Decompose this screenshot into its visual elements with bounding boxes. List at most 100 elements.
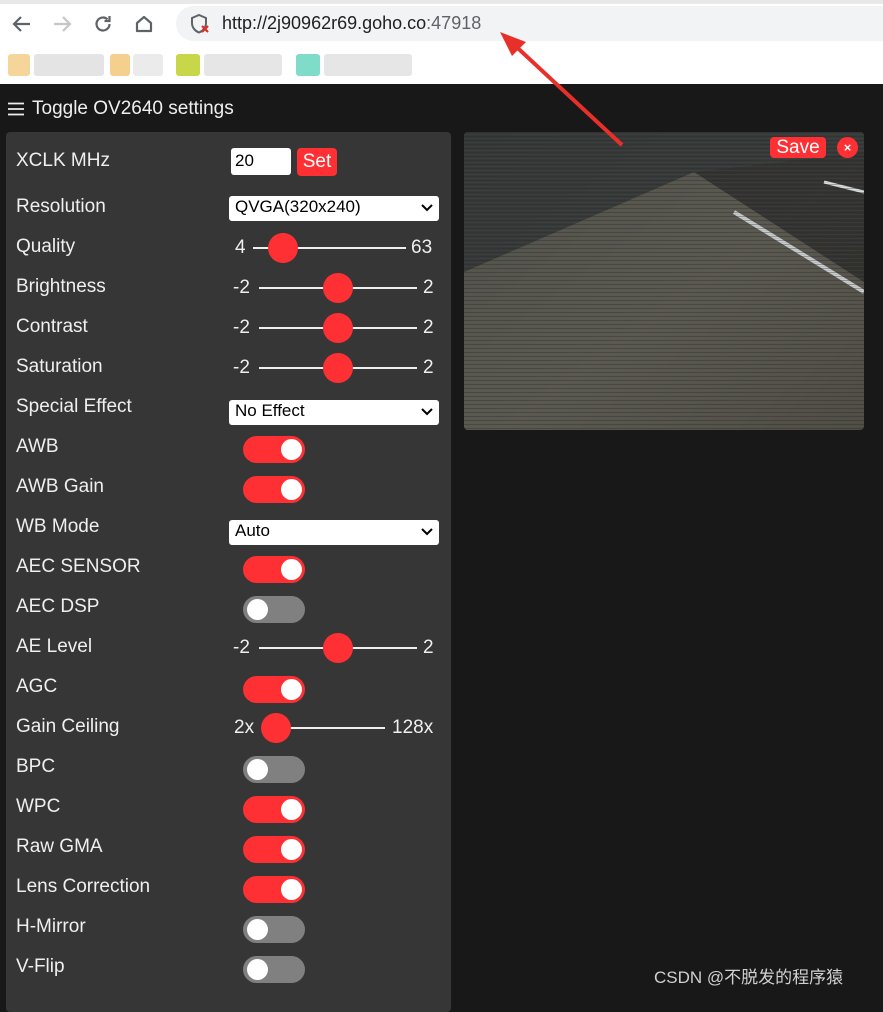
brightness-row: Brightness -2 2	[6, 268, 451, 308]
lens-correction-label: Lens Correction	[16, 876, 151, 897]
brightness-max: 2	[423, 277, 434, 298]
bpc-switch[interactable]	[243, 756, 305, 783]
ae-level-max: 2	[423, 637, 434, 658]
switch-knob	[281, 839, 302, 860]
home-button[interactable]	[129, 10, 159, 38]
switch-knob	[281, 799, 302, 820]
bookmark-title[interactable]	[324, 54, 412, 76]
bpc-row: BPC	[6, 748, 451, 788]
awb-gain-switch[interactable]	[243, 476, 305, 503]
reload-button[interactable]	[88, 10, 118, 38]
quality-label: Quality	[16, 236, 76, 257]
h-mirror-label: H-Mirror	[16, 916, 86, 937]
contrast-row: Contrast -2 2	[6, 308, 451, 348]
switch-knob	[247, 959, 268, 980]
v-flip-switch[interactable]	[243, 956, 305, 983]
special-effect-selected-value: No Effect	[235, 401, 305, 420]
quality-min: 4	[235, 237, 246, 258]
url-port: :47918	[426, 13, 482, 33]
awb-gain-label: AWB Gain	[16, 476, 104, 497]
bookmark-favicon[interactable]	[110, 54, 130, 76]
settings-panel: XCLK MHz 20 Set Resolution QVGA(320x240)…	[6, 132, 451, 1012]
brightness-min: -2	[233, 277, 250, 298]
xclk-input[interactable]: 20	[231, 148, 291, 175]
raw-gma-switch[interactable]	[243, 836, 305, 863]
special-effect-select[interactable]: No Effect	[229, 400, 439, 425]
back-arrow-icon	[12, 16, 30, 32]
gain-ceiling-min: 2x	[234, 717, 255, 738]
gain-ceiling-row: Gain Ceiling 2x 128x	[6, 708, 451, 748]
wb-mode-label: WB Mode	[16, 516, 100, 537]
resolution-label: Resolution	[16, 196, 106, 217]
url-host: http://2j90962r69.goho.co	[222, 13, 427, 33]
lens-correction-row: Lens Correction	[6, 868, 451, 908]
bookmark-title[interactable]	[133, 54, 163, 76]
quality-max: 63	[411, 237, 433, 258]
bpc-label: BPC	[16, 756, 56, 777]
close-stream-button[interactable]: ×	[837, 137, 858, 158]
contrast-min: -2	[233, 317, 250, 338]
switch-knob	[247, 599, 268, 620]
forward-arrow-icon	[54, 16, 72, 32]
wb-mode-select[interactable]: Auto	[229, 520, 439, 545]
wpc-row: WPC	[6, 788, 451, 828]
bookmark-favicon[interactable]	[8, 54, 30, 76]
lens-correction-switch[interactable]	[243, 876, 305, 903]
ae-level-row: AE Level -2 2	[6, 628, 451, 668]
contrast-label: Contrast	[16, 316, 88, 337]
hamburger-icon	[8, 102, 24, 116]
settings-toggle-label: Toggle OV2640 settings	[32, 98, 234, 119]
chevron-down-icon	[421, 528, 433, 536]
ae-level-label: AE Level	[16, 636, 93, 657]
awb-switch[interactable]	[243, 436, 305, 463]
bookmark-title[interactable]	[34, 54, 104, 76]
awb-row: AWB	[6, 428, 451, 468]
saturation-max: 2	[423, 357, 434, 378]
camera-frame-picture	[464, 132, 864, 430]
bookmark-favicon[interactable]	[176, 54, 200, 76]
aec-dsp-switch[interactable]	[243, 596, 305, 623]
wb-mode-row: WB Mode Auto	[6, 508, 451, 548]
brightness-label: Brightness	[16, 276, 106, 297]
special-effect-label: Special Effect	[16, 396, 132, 417]
brightness-slider-thumb[interactable]	[323, 273, 353, 303]
forward-button[interactable]	[47, 10, 77, 38]
switch-knob	[281, 679, 302, 700]
resolution-select[interactable]: QVGA(320x240)	[229, 196, 439, 221]
aec-sensor-row: AEC SENSOR	[6, 548, 451, 588]
wpc-switch[interactable]	[243, 796, 305, 823]
home-icon	[135, 15, 153, 33]
switch-knob	[281, 559, 302, 580]
browser-toolbar: http://2j90962r69.goho.co:47918	[0, 0, 883, 84]
quality-slider-thumb[interactable]	[268, 233, 298, 263]
url-text[interactable]: http://2j90962r69.goho.co:47918	[222, 13, 481, 34]
aec-dsp-label: AEC DSP	[16, 596, 100, 617]
h-mirror-switch[interactable]	[243, 916, 305, 943]
raw-gma-row: Raw GMA	[6, 828, 451, 868]
settings-toggle[interactable]: Toggle OV2640 settings	[8, 98, 234, 120]
saturation-slider-thumb[interactable]	[323, 353, 353, 383]
save-button[interactable]: Save	[770, 137, 826, 158]
agc-label: AGC	[16, 676, 58, 697]
raw-gma-label: Raw GMA	[16, 836, 103, 857]
xclk-row: XCLK MHz 20 Set	[6, 142, 451, 182]
agc-switch[interactable]	[243, 676, 305, 703]
ae-level-slider-thumb[interactable]	[323, 633, 353, 663]
address-bar[interactable]: http://2j90962r69.goho.co:47918	[176, 6, 883, 41]
h-mirror-row: H-Mirror	[6, 908, 451, 948]
wpc-label: WPC	[16, 796, 61, 817]
bookmark-favicon[interactable]	[296, 54, 320, 76]
bookmark-title[interactable]	[204, 54, 282, 76]
wb-mode-selected-value: Auto	[235, 521, 270, 540]
camera-stream-image	[464, 132, 864, 430]
contrast-slider-thumb[interactable]	[323, 313, 353, 343]
gain-ceiling-slider-thumb[interactable]	[261, 713, 291, 743]
chevron-down-icon	[421, 408, 433, 416]
switch-knob	[247, 919, 268, 940]
xclk-set-button[interactable]: Set	[297, 148, 337, 176]
resolution-row: Resolution QVGA(320x240)	[6, 188, 451, 228]
aec-sensor-switch[interactable]	[243, 556, 305, 583]
agc-row: AGC	[6, 668, 451, 708]
ae-level-min: -2	[233, 637, 250, 658]
back-button[interactable]	[7, 10, 37, 38]
